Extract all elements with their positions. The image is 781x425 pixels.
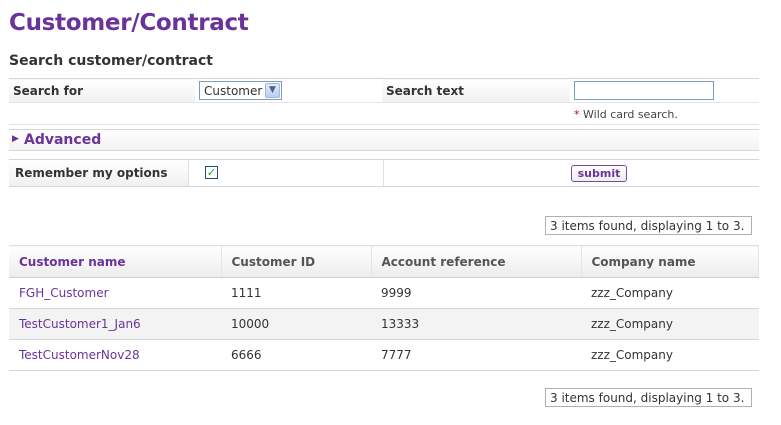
submit-button[interactable]: submit [571,165,627,182]
table-row: TestCustomerNov28 6666 7777 zzz_Company [9,339,759,371]
search-for-value: Customer [204,84,263,98]
table-row: TestCustomer1_Jan6 10000 13333 zzz_Compa… [9,308,759,340]
customer-id-cell: 6666 [221,339,371,371]
empty-cell [195,102,382,125]
account-reference-cell: 7777 [371,339,581,371]
company-name-cell: zzz_Company [581,277,759,309]
section-title: Search customer/contract [9,53,213,69]
search-text-label: Search text [382,78,570,103]
search-text-input[interactable] [574,81,714,100]
company-name-cell: zzz_Company [581,308,759,340]
advanced-label: Advanced [24,132,102,148]
wild-card-cell: * Wild card search. [570,102,759,125]
account-reference-cell: 13333 [371,308,581,340]
results-count-bottom: 3 items found, displaying 1 to 3. [545,388,752,407]
search-text-cell [570,78,759,103]
results-count-top: 3 items found, displaying 1 to 3. [545,216,752,235]
empty-cell [9,102,195,125]
results-table: Customer name Customer ID Account refere… [9,245,759,371]
chevron-down-icon[interactable]: ▼ [265,83,280,98]
column-header-customer-name[interactable]: Customer name [9,245,222,278]
column-header-company-name[interactable]: Company name [581,245,759,278]
account-reference-cell: 9999 [371,277,581,309]
customer-name-link[interactable]: FGH_Customer [9,277,221,309]
required-star: * [574,107,580,121]
customer-id-cell: 10000 [221,308,371,340]
search-for-cell: Customer ▼ [195,78,382,103]
wild-card-note: * Wild card search. [574,108,678,121]
search-form: Search for Customer ▼ Search text * Wild… [9,78,759,125]
customer-name-link[interactable]: TestCustomer1_Jan6 [9,308,221,340]
search-for-select[interactable]: Customer ▼ [199,81,282,100]
column-header-customer-id[interactable]: Customer ID [221,245,372,278]
customer-name-link[interactable]: TestCustomerNov28 [9,339,221,371]
options-row: Remember my options ✓ submit [9,159,759,187]
customer-id-cell: 1111 [221,277,371,309]
search-for-label: Search for [9,78,195,103]
check-icon: ✓ [206,166,217,179]
company-name-cell: zzz_Company [581,339,759,371]
empty-cell [382,102,570,125]
remember-options-checkbox[interactable]: ✓ [205,166,218,179]
remember-options-label: Remember my options [9,160,189,186]
table-row: FGH_Customer 1111 9999 zzz_Company [9,277,759,309]
results-header: Customer name Customer ID Account refere… [9,245,759,278]
column-header-account-reference[interactable]: Account reference [371,245,582,278]
triangle-right-icon: ▶ [12,134,19,144]
options-spacer [189,160,384,186]
page-title: Customer/Contract [9,10,249,36]
advanced-toggle[interactable]: ▶ Advanced [9,129,759,151]
wild-card-text: Wild card search. [583,107,678,121]
